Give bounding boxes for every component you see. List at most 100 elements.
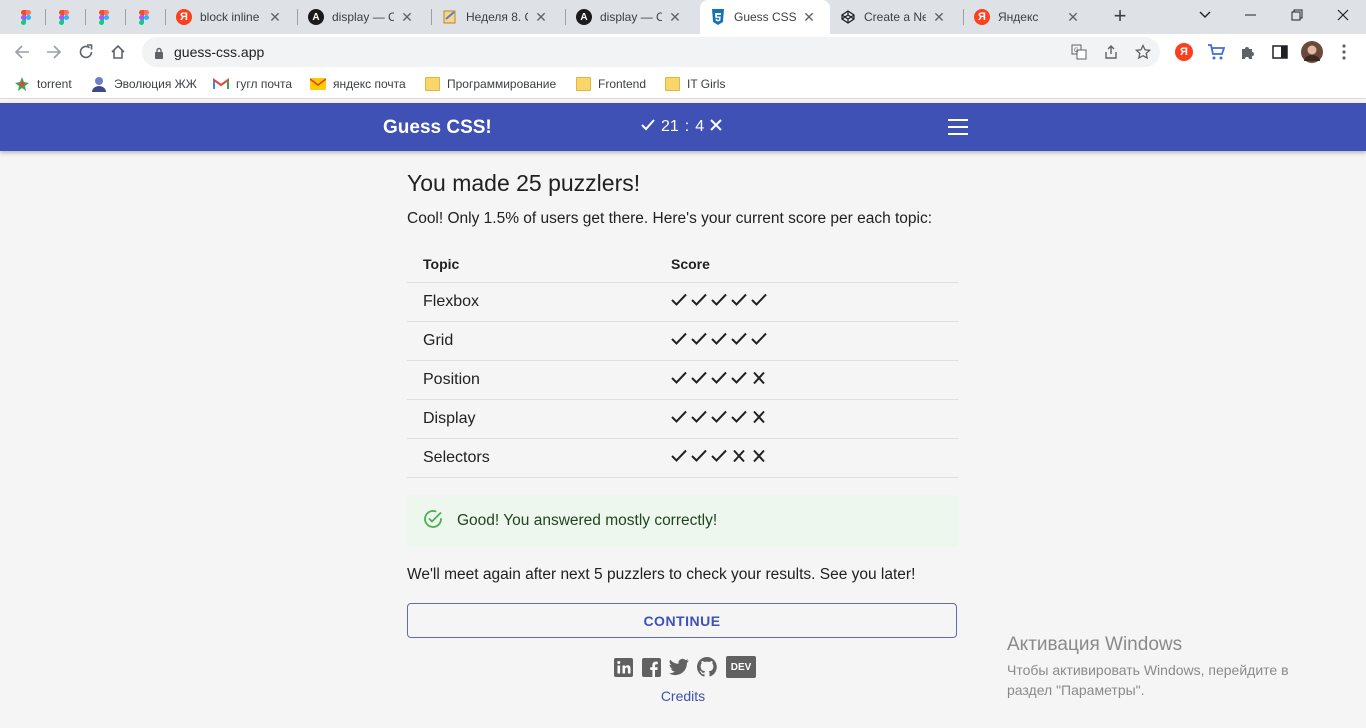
share-icon[interactable] <box>1101 42 1121 62</box>
browser-tabstrip: Яblock inline b ✕ Adisplay — CS ✕ Неделя 8… <box>0 0 1366 34</box>
app-header: Guess CSS! 21 : 4 <box>0 103 1366 151</box>
tab-title: Неделя 8. CS <box>466 10 528 24</box>
tab-figma-3[interactable] <box>86 0 126 34</box>
topic-name: Grid <box>407 321 655 361</box>
restore-button[interactable] <box>1274 0 1320 30</box>
bookmark-torrent[interactable]: torrent <box>14 76 72 92</box>
back-button[interactable] <box>10 40 34 64</box>
hamburger-menu-icon[interactable] <box>948 119 968 135</box>
user-icon <box>91 76 107 92</box>
tab-display-2[interactable]: Adisplay — CS ✕ <box>566 0 700 34</box>
topic-score <box>655 360 959 400</box>
app-title[interactable]: Guess CSS! <box>383 117 492 139</box>
url-text: guess-css.app <box>174 44 265 60</box>
lock-icon[interactable] <box>154 46 164 64</box>
tab-guess-css[interactable]: Guess CSS! H ✕ <box>700 0 830 34</box>
bookmarks-bar: torrent Эволюция ЖЖ гугл почта яндекс по… <box>0 70 1366 99</box>
twitter-icon[interactable] <box>669 656 689 678</box>
notebook-icon <box>442 9 458 25</box>
table-row: Grid <box>407 321 959 361</box>
tab-week-8[interactable]: Неделя 8. CS ✕ <box>432 0 566 34</box>
check-icon <box>671 293 687 312</box>
bookmark-star-icon[interactable] <box>1133 42 1153 62</box>
a-icon: A <box>576 9 592 25</box>
subtitle: Cool! Only 1.5% of users get there. Here… <box>407 210 933 227</box>
tab-figma-1[interactable] <box>8 0 46 34</box>
tab-search-button[interactable] <box>1182 0 1228 30</box>
tab-display-1[interactable]: Adisplay — CS ✕ <box>298 0 432 34</box>
address-bar[interactable]: guess-css.app G <box>142 37 1160 67</box>
folder-icon <box>664 76 680 92</box>
bookmark-label: гугл почта <box>236 77 293 91</box>
check-circle-icon <box>423 509 443 534</box>
cross-icon <box>751 449 767 468</box>
tab-title: block inline b <box>200 10 262 24</box>
check-icon <box>711 449 727 468</box>
credits-link[interactable]: Credits <box>407 688 959 704</box>
folder-icon <box>575 76 591 92</box>
check-icon <box>691 410 707 429</box>
close-icon[interactable]: ✕ <box>268 9 282 26</box>
close-icon[interactable]: ✕ <box>932 9 946 26</box>
minimize-button[interactable] <box>1228 0 1274 30</box>
bookmark-programming[interactable]: Программирование <box>424 76 556 92</box>
close-icon[interactable]: ✕ <box>668 9 682 26</box>
forward-button[interactable] <box>42 40 66 64</box>
bookmark-yandex-mail[interactable]: яндекс почта <box>310 76 406 92</box>
close-icon[interactable]: ✕ <box>802 9 816 26</box>
tab-codepen[interactable]: Create a New ✕ <box>830 0 964 34</box>
bookmark-frontend[interactable]: Frontend <box>575 76 646 92</box>
topic-score <box>655 399 959 439</box>
bookmark-label: Программирование <box>447 77 557 91</box>
new-tab-button[interactable]: + <box>1108 5 1132 29</box>
cross-icon <box>751 410 767 429</box>
bookmark-gmail[interactable]: гугл почта <box>213 76 292 92</box>
header-topic: Topic <box>407 246 655 283</box>
social-links: DEV <box>613 656 757 678</box>
tab-title: Create a New <box>864 10 926 24</box>
topic-name: Selectors <box>407 438 655 478</box>
check-icon <box>691 332 707 351</box>
check-icon <box>641 118 655 136</box>
side-panel-icon[interactable] <box>1269 41 1291 63</box>
windows-activation-watermark: Активация Windows Чтобы активировать Win… <box>1007 634 1327 700</box>
folder-icon <box>424 76 440 92</box>
figma-icon <box>136 9 152 25</box>
tab-figma-2[interactable] <box>46 0 86 34</box>
avatar[interactable] <box>1301 41 1323 63</box>
close-icon[interactable]: ✕ <box>534 9 548 26</box>
close-icon[interactable]: ✕ <box>400 9 414 26</box>
continue-button[interactable]: CONTINUE <box>407 603 957 638</box>
reload-button[interactable] <box>74 40 98 64</box>
table-row: Selectors <box>407 438 959 478</box>
css3-icon <box>710 9 726 25</box>
translate-icon[interactable]: G <box>1069 42 1089 62</box>
close-window-button[interactable] <box>1320 0 1366 30</box>
check-icon <box>711 332 727 351</box>
linkedin-icon[interactable] <box>613 656 633 678</box>
bookmark-it-girls[interactable]: IT Girls <box>664 76 725 92</box>
tab-yandex[interactable]: Я Яндекс ✕ <box>964 0 1098 34</box>
watermark-title: Активация Windows <box>1007 634 1183 655</box>
home-button[interactable] <box>106 40 130 64</box>
watermark-text: Чтобы активировать Windows, перейдите в … <box>1007 662 1289 698</box>
dev-icon[interactable]: DEV <box>725 656 757 678</box>
yandex-extension-icon[interactable]: Я <box>1173 41 1195 63</box>
check-icon <box>711 410 727 429</box>
browser-toolbar: guess-css.app G Я <box>0 34 1366 70</box>
more-menu-icon[interactable] <box>1333 41 1355 63</box>
page-title: You made 25 puzzlers! <box>407 170 641 196</box>
close-icon[interactable]: ✕ <box>1066 9 1080 26</box>
alert-text: Good! You answered mostly correctly! <box>457 512 718 529</box>
score-table: Topic Score Flexbox Grid Position Display Se… <box>407 246 959 478</box>
cart-icon[interactable] <box>1205 41 1227 63</box>
topic-name: Display <box>407 399 655 439</box>
github-icon[interactable] <box>697 656 717 678</box>
cross-icon <box>751 371 767 390</box>
bookmark-lj[interactable]: Эволюция ЖЖ <box>91 76 197 92</box>
tab-title: display — CS <box>332 10 394 24</box>
tab-figma-4[interactable] <box>126 0 166 34</box>
extensions-puzzle-icon[interactable] <box>1237 41 1259 63</box>
tab-yandex-block-inline[interactable]: Яblock inline b ✕ <box>166 0 298 34</box>
facebook-icon[interactable] <box>641 656 661 678</box>
